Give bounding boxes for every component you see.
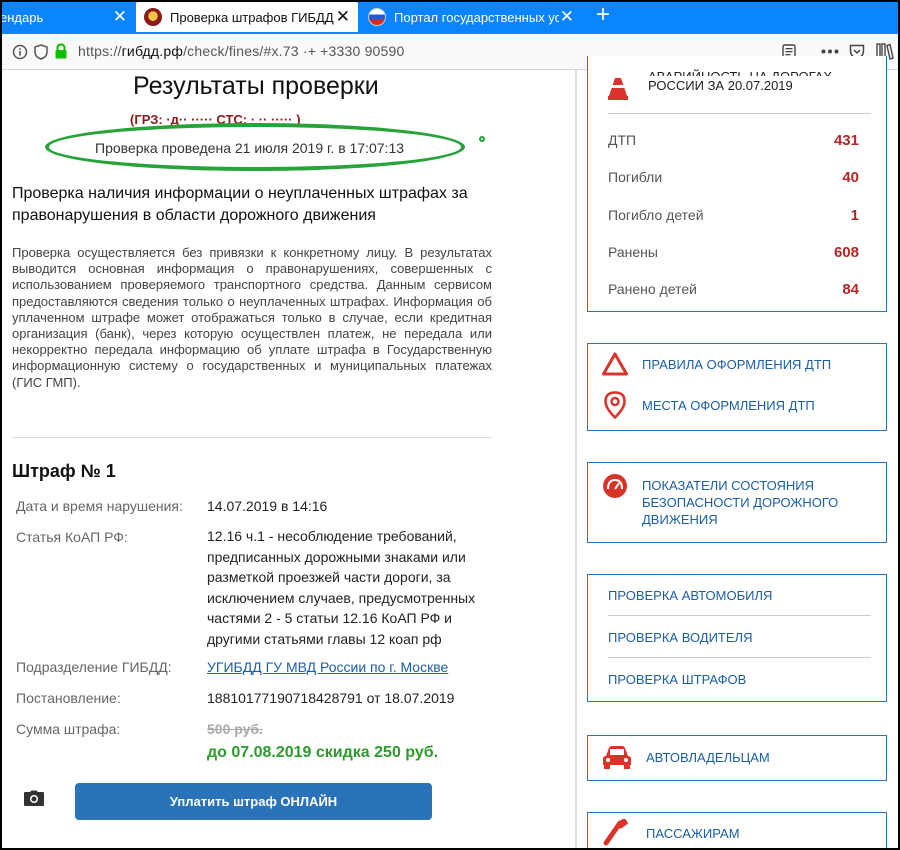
gibdd-favicon-icon <box>144 8 162 26</box>
article-label: Статья КоАП РФ: <box>16 529 128 545</box>
fine-title: Штраф № 1 <box>12 461 116 481</box>
url-path: /check/fines/#x.73 ·+ +3330 90590 <box>183 43 405 59</box>
stat-value: 84 <box>842 281 859 298</box>
close-icon[interactable]: ✕ <box>560 8 574 25</box>
shield-icon[interactable] <box>34 44 48 60</box>
close-icon[interactable]: ✕ <box>336 8 350 25</box>
stat-label: Погибло детей <box>608 207 704 223</box>
page-title: Результаты проверки <box>133 72 379 100</box>
car-icon <box>603 746 631 769</box>
traffic-cone-icon <box>608 78 628 100</box>
dtp-rules-link[interactable]: Правила оформления ДТП <box>602 352 831 376</box>
tab-title: Проверка штрафов ГИБДД <box>170 9 334 25</box>
amount-label: Сумма штрафа: <box>16 721 121 737</box>
amount-old-price: 500 руб. <box>207 721 263 737</box>
resolution-value: 18810177190718428791 от 18.07.2019 <box>207 690 455 706</box>
stat-row-injured: Ранены 608 <box>608 244 859 261</box>
gauge-icon <box>603 474 627 498</box>
stat-row-children-killed: Погибло детей 1 <box>608 207 859 224</box>
camera-icon[interactable] <box>24 790 44 806</box>
close-icon[interactable]: ✕ <box>113 8 127 25</box>
violation-date-value: 14.07.2019 в 14:16 <box>207 498 328 514</box>
division-label: Подразделение ГИБДД: <box>16 659 172 675</box>
violation-date-label: Дата и время нарушения: <box>16 498 183 514</box>
section-description: Проверка осуществляется без привязки к к… <box>12 245 492 390</box>
car-owners-link[interactable]: Автовладельцам <box>602 744 770 770</box>
link-label: Правила оформления ДТП <box>642 356 832 372</box>
stat-row-dtp: ДТП 431 <box>608 132 859 149</box>
check-driver-link[interactable]: Проверка водителя <box>608 630 752 645</box>
stat-value: 1 <box>850 207 859 224</box>
tab-gosuslugi[interactable]: Портал государственных услуг ✕ <box>360 2 582 32</box>
divider <box>608 615 871 616</box>
owners-card: Автовладельцам <box>587 735 887 781</box>
url-host: гибдд.рф <box>121 43 184 59</box>
link-label: Места оформления ДТП <box>642 397 815 413</box>
divider <box>12 437 492 438</box>
stat-row-killed: Погибли 40 <box>608 169 859 186</box>
stat-label: Ранены <box>608 244 658 260</box>
tab-title: ендарь <box>0 9 44 25</box>
info-icon[interactable] <box>12 44 28 60</box>
division-link[interactable]: УГИБДД ГУ МВД России по г. Москве <box>207 659 448 675</box>
section-title: Проверка наличия информации о неуплаченн… <box>12 185 468 224</box>
passengers-card: Пассажирам <box>587 812 887 850</box>
accident-stats-card: АВАРИЙНОСТЬ НА ДОРОГАХ РОССИИ ЗА 20.07.2… <box>587 56 887 312</box>
url-field[interactable]: https://гибдд.рф/check/fines/#x.73 ·+ +3… <box>78 43 405 59</box>
amount-discount: до 07.08.2019 скидка 250 руб. <box>207 744 439 761</box>
resolution-label: Постановление: <box>16 690 121 706</box>
stats-title: АВАРИЙНОСТЬ НА ДОРОГАХ РОССИИ ЗА 20.07.2… <box>648 69 873 95</box>
more-icon[interactable] <box>821 49 839 54</box>
check-vehicle-link[interactable]: Проверка автомобиля <box>608 588 772 603</box>
pay-fine-online-button[interactable]: Уплатить штраф ОНЛАЙН <box>75 783 432 820</box>
stat-label: Ранено детей <box>608 281 697 297</box>
stat-value: 608 <box>833 244 859 261</box>
link-label: Показатели состояния безопасности дорожн… <box>642 478 839 527</box>
tab-gibdd-fines[interactable]: Проверка штрафов ГИБДД ✕ <box>136 2 358 32</box>
warning-triangle-icon <box>602 352 628 376</box>
stat-value: 40 <box>842 169 859 186</box>
lock-icon[interactable] <box>54 43 68 60</box>
link-label: Пассажирам <box>646 825 740 841</box>
safety-indicators-link[interactable]: Показатели состояния безопасности дорожн… <box>602 473 862 528</box>
stat-row-children-injured: Ранено детей 84 <box>608 281 859 298</box>
dtp-places-link[interactable]: Места оформления ДТП <box>602 391 815 419</box>
tab-title: Портал государственных услуг <box>394 9 559 25</box>
check-fines-link[interactable]: Проверка штрафов <box>608 672 746 687</box>
url-prefix: https:// <box>78 43 122 59</box>
safety-card: Показатели состояния безопасности дорожн… <box>587 462 887 543</box>
link-label: Автовладельцам <box>646 749 770 765</box>
divider <box>608 113 871 114</box>
tab-calendar[interactable]: ендарь ✕ <box>0 2 135 32</box>
seatbelt-icon <box>603 819 628 846</box>
divider <box>608 657 871 658</box>
check-timestamp: Проверка проведена 21 июля 2019 г. в 17:… <box>95 140 405 156</box>
stats-title-date: РОССИИ ЗА 20.07.2019 <box>648 78 793 93</box>
scrollbar[interactable] <box>575 70 577 850</box>
gosuslugi-favicon-icon <box>368 8 386 26</box>
dtp-links-card: Правила оформления ДТП Места оформления … <box>587 343 887 431</box>
stat-label: ДТП <box>608 132 637 148</box>
stat-label: Погибли <box>608 169 663 185</box>
map-pin-icon <box>604 391 626 419</box>
highlight-dot <box>479 136 485 142</box>
stat-value: 431 <box>833 132 859 149</box>
stats-title-clipped: АВАРИЙНОСТЬ НА ДОРОГАХ <box>648 67 873 76</box>
new-tab-button[interactable]: + <box>590 2 616 30</box>
tab-bar: ендарь ✕ Проверка штрафов ГИБДД ✕ Портал… <box>0 0 900 34</box>
passengers-link[interactable]: Пассажирам <box>602 819 740 847</box>
article-value: 12.16 ч.1 - несоблюдение требований, пре… <box>207 528 476 647</box>
check-links-card: Проверка автомобиля Проверка водителя Пр… <box>587 574 887 702</box>
